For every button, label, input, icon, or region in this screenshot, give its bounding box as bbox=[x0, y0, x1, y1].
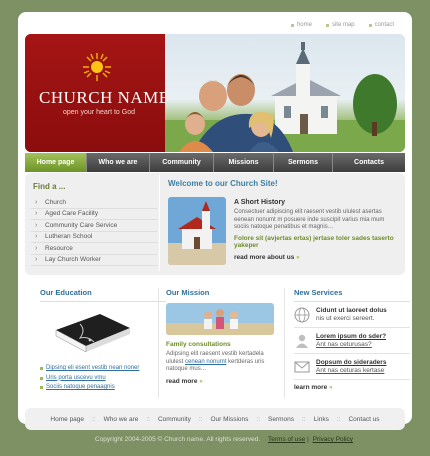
history-title: A Short History bbox=[234, 199, 286, 206]
top-links: home site map contact bbox=[291, 22, 394, 28]
welcome-section: Welcome to our Church Site! A Short Hist… bbox=[159, 175, 401, 271]
footer-separator: :: bbox=[302, 415, 306, 423]
footer-link-sermons[interactable]: Sermons bbox=[268, 416, 294, 423]
brand-title: CHURCH NAME bbox=[39, 88, 170, 107]
mission-title: Our Mission bbox=[166, 288, 210, 297]
find-item-lay-worker[interactable]: Lay Church Worker bbox=[31, 255, 157, 266]
history-text: Consectuer adipiscing elit raesent vesti… bbox=[234, 209, 385, 230]
globe-icon bbox=[294, 307, 310, 322]
brand-tagline: open your heart to God bbox=[63, 109, 135, 116]
service-text-2: Lorem ipsum do sder? Ant nas ceturusas? bbox=[316, 333, 386, 348]
copyright-separator: | bbox=[307, 436, 309, 443]
footer-separator: :: bbox=[92, 415, 96, 423]
top-link-contact[interactable]: contact bbox=[369, 22, 394, 28]
mission-read-more-link[interactable]: read more bbox=[166, 378, 276, 385]
service-item-1[interactable]: Cidunt ut laoreet dolus nis ut exerci se… bbox=[294, 302, 410, 328]
top-link-sitemap[interactable]: site map bbox=[326, 22, 355, 28]
bible-book-icon bbox=[55, 314, 130, 353]
footer-separator: :: bbox=[146, 415, 150, 423]
nav-missions[interactable]: Missions bbox=[214, 153, 274, 172]
copyright-bar: Copyright 2004-2005 © Church name. All r… bbox=[95, 436, 353, 443]
footer-separator: :: bbox=[256, 415, 261, 423]
nav-home[interactable]: Home page bbox=[25, 153, 87, 172]
terms-of-use-link[interactable]: Terms of use bbox=[268, 436, 305, 443]
family-church-photo bbox=[165, 34, 405, 152]
main-nav: Home page Who we are Community Missions … bbox=[25, 153, 405, 172]
copyright-text: Copyright 2004-2005 © Church name. All r… bbox=[95, 436, 261, 443]
column-divider-1 bbox=[158, 288, 159, 398]
service-item-3[interactable]: Dopsum do sideraders Ant nas ceturas ker… bbox=[294, 354, 410, 380]
mission-subtitle: Family consultations bbox=[166, 341, 231, 348]
find-item-aged-care[interactable]: Aged Care Facility bbox=[31, 209, 157, 220]
page-container: home site map contact CHURCH NAME open y… bbox=[18, 12, 412, 430]
user-icon bbox=[296, 334, 308, 348]
mission-column: Our Mission Family consultations Adipsin… bbox=[166, 288, 276, 385]
services-column: New Services Cidunt ut laoreet dolus nis… bbox=[294, 288, 410, 391]
footer-link-contact[interactable]: Contact us bbox=[348, 416, 379, 423]
service-title-3: Dopsum do sideraders bbox=[316, 359, 387, 366]
education-links: Dipsing eli esent vestib nean noner Uris… bbox=[40, 364, 166, 393]
service-text-1: Cidunt ut laoreet dolus nis ut exerci se… bbox=[316, 307, 387, 322]
find-title: Find a ... bbox=[33, 182, 66, 191]
nav-community[interactable]: Community bbox=[150, 153, 214, 172]
footer-link-who-we-are[interactable]: Who we are bbox=[104, 416, 139, 423]
service-sub-3: Ant nas ceturas kertase bbox=[316, 366, 385, 374]
find-box: Find a ... Church Aged Care Facility Com… bbox=[31, 179, 157, 271]
education-link-1[interactable]: Dipsing eli esent vestib nean noner bbox=[40, 364, 166, 374]
services-learn-more-link[interactable]: learn more bbox=[294, 384, 410, 391]
church-thumbnail bbox=[168, 197, 226, 265]
footer-link-home[interactable]: Home page bbox=[50, 416, 84, 423]
history-highlight: Folore sit (avjertas ertas) jertase tole… bbox=[234, 234, 394, 250]
sun-logo-icon bbox=[83, 53, 111, 81]
mission-photo bbox=[166, 303, 274, 335]
education-link-2[interactable]: Uris porta uscevu vmu bbox=[40, 374, 166, 384]
footer-link-community[interactable]: Community bbox=[158, 416, 191, 423]
footer-separator: :: bbox=[336, 415, 341, 423]
education-title: Our Education bbox=[40, 288, 92, 297]
find-list: Church Aged Care Facility Community Care… bbox=[31, 197, 157, 266]
find-item-resource[interactable]: Resource bbox=[31, 243, 157, 255]
service-item-2[interactable]: Lorem ipsum do sder? Ant nas ceturusas? bbox=[294, 328, 410, 354]
education-link-3[interactable]: Sociis natoque penaagnis bbox=[40, 383, 166, 393]
family-church-illustration bbox=[165, 42, 405, 152]
nav-contacts[interactable]: Contacts bbox=[333, 153, 405, 172]
find-item-lutheran-school[interactable]: Lutheran School bbox=[31, 232, 157, 243]
mission-text-link[interactable]: cenean nonumt bbox=[185, 359, 226, 365]
footer-separator: :: bbox=[198, 415, 203, 423]
privacy-policy-link[interactable]: Privacy Policy bbox=[313, 436, 353, 443]
mail-icon bbox=[294, 361, 310, 372]
header-banner: CHURCH NAME open your heart to God bbox=[25, 34, 405, 152]
read-more-about-us-link[interactable]: read more about us bbox=[234, 254, 396, 261]
footer-nav: Home page:: Who we are:: Community:: Our… bbox=[25, 408, 405, 430]
brand-panel: CHURCH NAME open your heart to God bbox=[25, 34, 171, 152]
nav-who-we-are[interactable]: Who we are bbox=[87, 153, 150, 172]
mission-text: Adipsing elit raesent vestib kertadela u… bbox=[166, 351, 276, 374]
footer-link-missions[interactable]: Our Missions bbox=[210, 416, 248, 423]
service-text-3: Dopsum do sideraders Ant nas ceturas ker… bbox=[316, 359, 386, 374]
find-item-church[interactable]: Church bbox=[31, 197, 157, 209]
service-title-2: Lorem ipsum do sder? bbox=[316, 333, 387, 340]
find-item-community-care[interactable]: Community Care Service bbox=[31, 220, 157, 232]
column-divider-2 bbox=[284, 288, 285, 398]
service-sub-2: Ant nas ceturusas? bbox=[316, 340, 372, 348]
top-link-home[interactable]: home bbox=[291, 22, 312, 28]
history-block: A Short History Consectuer adipiscing el… bbox=[234, 199, 396, 261]
footer-link-links[interactable]: Links bbox=[314, 416, 329, 423]
service-title-1: Cidunt ut laoreet dolus bbox=[316, 307, 387, 314]
education-divider bbox=[40, 301, 166, 302]
services-title: New Services bbox=[294, 288, 343, 297]
education-column: Our Education Dipsing eli esent vestib n… bbox=[40, 288, 166, 393]
service-sub-1: nis ut exerci sereert. bbox=[316, 314, 375, 322]
welcome-title: Welcome to our Church Site! bbox=[168, 179, 278, 188]
nav-sermons[interactable]: Sermons bbox=[274, 153, 333, 172]
content-panel: Find a ... Church Aged Care Facility Com… bbox=[25, 173, 405, 275]
